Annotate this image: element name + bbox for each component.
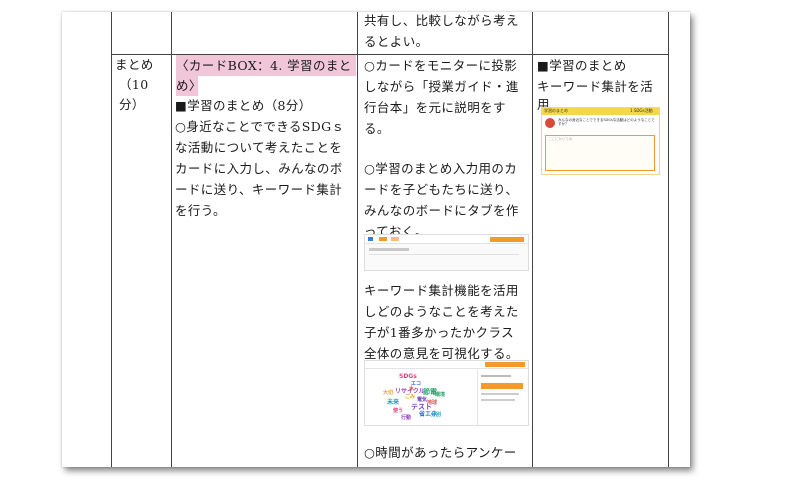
- card-box-heading: 〈カードBOX：4. 学習のまと: [176, 55, 356, 76]
- thumb-line: [369, 248, 409, 251]
- summary-card-thumbnail: 学習のまとめ 1 SDGs活動 みんなの身近なことでできるSDGsな活動はどのよ…: [541, 107, 660, 175]
- thumb-tab: [391, 237, 399, 241]
- activity-text: ○身近なことでできるSDGｓ: [175, 119, 345, 134]
- teacher-note: ○時間があったらアンケー: [364, 445, 517, 460]
- thumb-logo: [368, 237, 373, 241]
- teacher-note: しどのようなことを考えた: [364, 304, 519, 319]
- thumb-line: [369, 254, 519, 255]
- board-screenshot-thumbnail: [364, 234, 529, 271]
- column-divider: [357, 12, 358, 467]
- teacher-note: キーワード集計機能を活用: [364, 283, 519, 298]
- card-box-heading-cont: め〉: [176, 75, 201, 96]
- thumb-tab: [379, 237, 387, 241]
- activity-heading: ■学習のまとめ（8分）: [175, 98, 312, 113]
- word-cloud-word: 環境: [435, 392, 446, 398]
- card-placeholder: ここにかいてね: [548, 137, 573, 141]
- thumb-divider: [477, 370, 478, 425]
- section-time-unit: 分）: [119, 97, 145, 112]
- word-cloud-screenshot-thumbnail: SDGs エコ リサイクル 節電 ごみ 未来 地球 テスト 使う 省エネ 行動 環境 大切 分別水電気: [364, 360, 529, 426]
- teacher-note: る。: [364, 121, 390, 136]
- word-cloud-word: ごみ: [405, 394, 416, 400]
- thumb-button: [481, 383, 523, 389]
- material-heading: ■学習のまとめ: [537, 58, 627, 73]
- teacher-note: 子が1番多かったかクラス: [364, 325, 515, 340]
- activity-text: な活動について考えたことを: [175, 140, 343, 155]
- card-badge: 1 SDGs活動: [630, 108, 653, 113]
- word-cloud-word: 大切: [383, 390, 394, 396]
- word-cloud-word: 未来: [387, 399, 400, 406]
- word-cloud-word: SDGs: [399, 373, 417, 380]
- thumb-line: [481, 399, 515, 401]
- activity-text: ードに送り、キーワード集計: [175, 182, 343, 197]
- teacher-note: みんなのボードにタブを作: [364, 203, 519, 218]
- card-title: 学習のまとめ: [544, 108, 568, 113]
- column-divider: [171, 12, 172, 467]
- teacher-note: ードを子どもたちに送り、: [364, 182, 519, 197]
- material-text: キーワード集計を活: [537, 79, 654, 94]
- column-divider: [532, 12, 533, 467]
- activity-text: を行う。: [175, 203, 226, 218]
- word-cloud-word: 行動: [401, 415, 412, 421]
- thumb-button: [490, 237, 524, 242]
- section-time: （10: [119, 77, 149, 92]
- thumb-line: [481, 375, 511, 377]
- column-divider: [111, 12, 112, 467]
- word-cloud-word: 分別: [431, 412, 442, 418]
- cell-text: るとよい。: [364, 34, 429, 49]
- card-prompt: みんなの身近なことでできるSDGsな活動はどのようなことですか？: [558, 118, 655, 126]
- sdgs-mascot-icon: [545, 118, 555, 128]
- thumb-button: [485, 362, 525, 367]
- section-label: まとめ: [115, 57, 154, 72]
- activity-text: カードに入力し、みんなのボ: [175, 161, 343, 176]
- teacher-note: ○カードをモニターに投影: [364, 58, 518, 73]
- teacher-note: しながら「授業ガイド・進: [364, 79, 519, 94]
- cell-text: 共有し、比較しながら考え: [364, 13, 519, 28]
- thumb-line: [481, 393, 519, 395]
- word-cloud-word: 水: [409, 386, 415, 392]
- teacher-note: 行台本」を元に説明をす: [364, 100, 506, 115]
- teacher-note: ○学習のまとめ入力用のカ: [364, 161, 518, 176]
- column-divider: [668, 12, 669, 467]
- word-cloud-word: 使う: [393, 408, 404, 414]
- document-page: 共有し、比較しながら考え るとよい。 まとめ （10 分） 〈カードBOX：4.…: [62, 12, 690, 467]
- word-cloud-word: 電気: [417, 397, 428, 403]
